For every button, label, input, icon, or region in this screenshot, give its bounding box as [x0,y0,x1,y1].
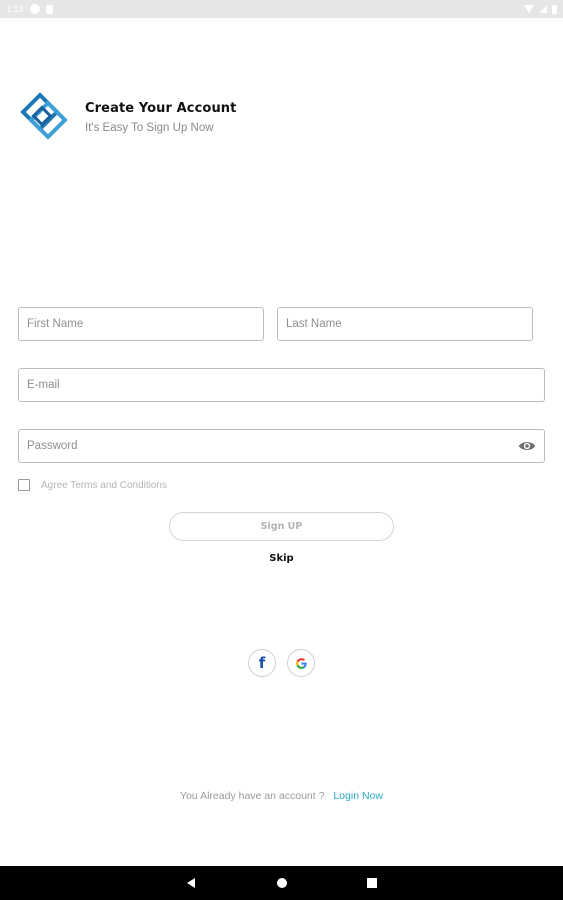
navigation-bar [0,866,563,900]
first-name-field[interactable] [18,307,264,341]
facebook-icon: f [258,653,266,672]
google-icon [295,657,307,669]
back-icon[interactable] [187,878,195,888]
google-button[interactable] [287,649,315,677]
terms-label: Agree Terms and Conditions [41,479,167,491]
status-left: 1:13 [6,4,53,14]
signal-icon [539,5,547,13]
login-now-link[interactable]: Login Now [333,790,383,802]
eye-icon[interactable] [518,439,536,453]
page-subtitle: It's Easy To Sign Up Now [85,121,214,134]
facebook-button[interactable]: f [248,649,276,677]
app-notification-icon [29,4,40,14]
status-bar: 1:13 [0,0,563,18]
sd-card-icon [45,4,53,14]
password-field[interactable] [18,429,545,463]
terms-row: Agree Terms and Conditions [18,479,167,491]
last-name-field[interactable] [277,307,533,341]
first-name-input[interactable] [27,308,263,340]
skip-link[interactable]: Skip [0,553,563,564]
status-time: 1:13 [6,4,24,14]
home-icon[interactable] [277,878,287,888]
wifi-icon [524,5,534,13]
diamond-logo-icon [20,92,68,140]
last-name-input[interactable] [286,308,532,340]
signup-screen: 1:13 Create Your Account It's Easy To Si… [0,0,563,900]
signup-button[interactable]: Sign UP [169,512,394,541]
battery-icon [552,4,557,14]
status-right [524,4,557,14]
email-field[interactable] [18,368,545,402]
footer-text: You Already have an account ? [180,790,325,802]
email-input[interactable] [27,369,544,401]
footer: You Already have an account ? Login Now [0,790,563,802]
terms-checkbox[interactable] [18,479,30,491]
header-text: Create Your Account It's Easy To Sign Up… [85,101,236,134]
header: Create Your Account It's Easy To Sign Up… [16,88,236,144]
password-input[interactable] [27,430,508,462]
recents-icon[interactable] [367,878,377,888]
page-title: Create Your Account [85,100,237,116]
